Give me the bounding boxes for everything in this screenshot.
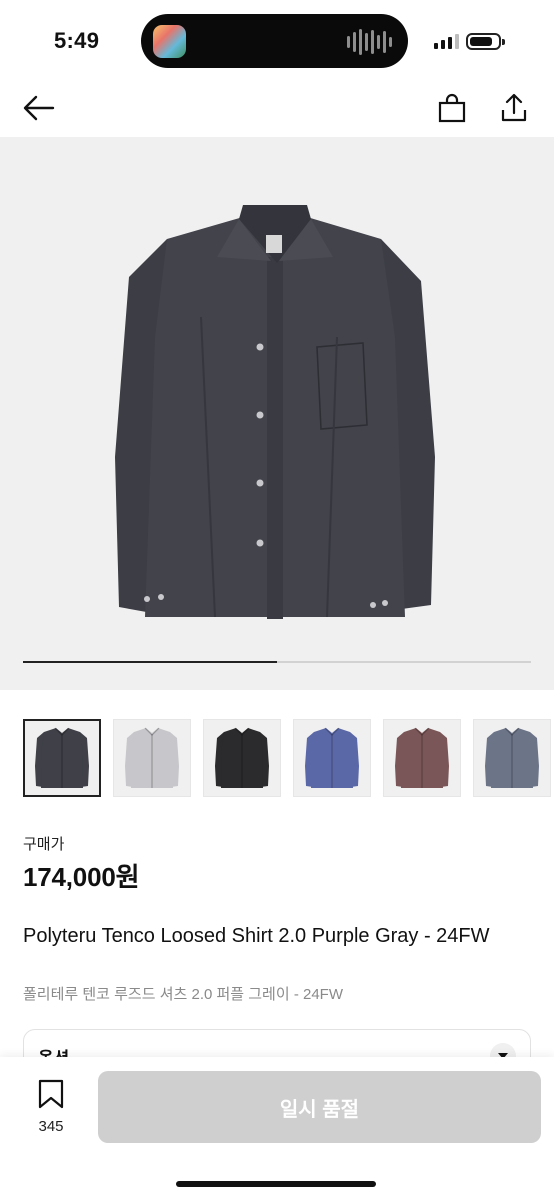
bookmark-icon (38, 1079, 64, 1109)
thumbnail-brown[interactable] (383, 719, 461, 797)
top-navigation (0, 80, 554, 136)
thumbnail-shirt-image (395, 727, 449, 788)
bottom-action-bar: 345 일시 품절 (0, 1057, 554, 1200)
gallery-progress-fill (23, 661, 277, 663)
status-bar: 5:49 (0, 0, 554, 80)
shirt-illustration (115, 205, 435, 619)
share-icon (501, 93, 527, 122)
cellular-signal-icon (434, 34, 459, 49)
shopping-bag-icon (438, 93, 466, 123)
back-button[interactable] (19, 88, 59, 128)
dynamic-island[interactable] (141, 14, 408, 68)
product-subtitle-korean: 폴리테루 텐코 루즈드 셔츠 2.0 퍼플 그레이 - 24FW (23, 986, 343, 1003)
thumbnail-blue-gray[interactable] (473, 719, 551, 797)
thumbnail-shirt-image (485, 727, 539, 788)
thumbnail-shirt-image (215, 727, 269, 788)
thumbnail-shirt-image (125, 727, 179, 788)
thumbnail-light-gray[interactable] (113, 719, 191, 797)
product-image-gallery[interactable] (0, 137, 554, 690)
share-button[interactable] (494, 88, 534, 128)
thumbnail-blue[interactable] (293, 719, 371, 797)
back-arrow-icon (23, 95, 55, 121)
app-thumbnail-icon[interactable] (153, 25, 186, 58)
thumbnail-purple-gray[interactable] (23, 719, 101, 797)
audio-waveform-icon (347, 29, 392, 55)
thumbnail-black[interactable] (203, 719, 281, 797)
price-value: 174,000원 (23, 862, 140, 892)
bookmark-button[interactable]: 345 (26, 1079, 76, 1135)
status-time: 5:49 (54, 28, 100, 53)
cart-button[interactable] (432, 88, 472, 128)
thumbnail-shirt-image (305, 727, 359, 788)
product-image (105, 197, 445, 627)
product-title: Polyteru Tenco Loosed Shirt 2.0 Purple G… (23, 925, 490, 947)
gallery-progress-bar (23, 661, 531, 663)
color-thumbnails (23, 719, 554, 799)
thumbnail-shirt-image (35, 727, 89, 788)
home-indicator[interactable] (176, 1181, 376, 1187)
sold-out-button[interactable]: 일시 품절 (98, 1071, 541, 1143)
price-label: 구매가 (23, 836, 65, 853)
battery-level (470, 37, 493, 46)
bookmark-count: 345 (38, 1118, 64, 1135)
battery-icon (466, 33, 505, 50)
